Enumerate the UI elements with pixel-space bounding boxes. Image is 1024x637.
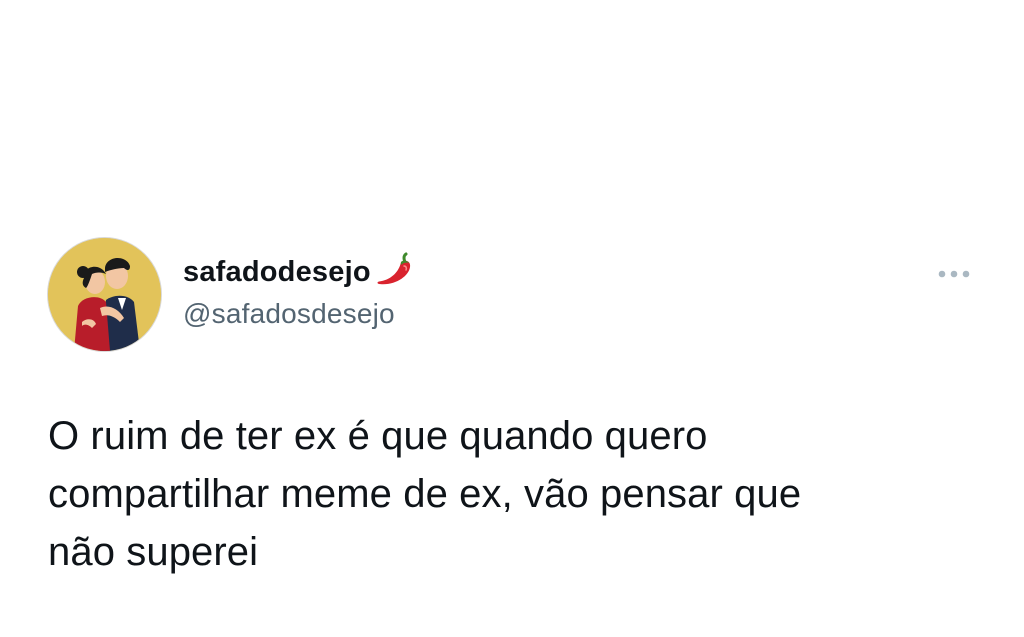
more-horizontal-icon	[938, 270, 970, 278]
more-options-button[interactable]	[934, 262, 974, 286]
user-handle[interactable]: @safadosdesejo	[183, 298, 395, 330]
tweet-card: safadodesejo @safadosdesejo O ruim de te…	[0, 0, 1024, 637]
author-name-row[interactable]: safadodesejo	[183, 252, 415, 292]
hot-pepper-icon	[373, 248, 415, 290]
tweet-text: O ruim de ter ex é que quando quero comp…	[48, 414, 802, 574]
couple-kissing-illustration	[48, 238, 161, 351]
avatar[interactable]	[48, 238, 161, 351]
display-name[interactable]: safadodesejo	[183, 256, 371, 289]
